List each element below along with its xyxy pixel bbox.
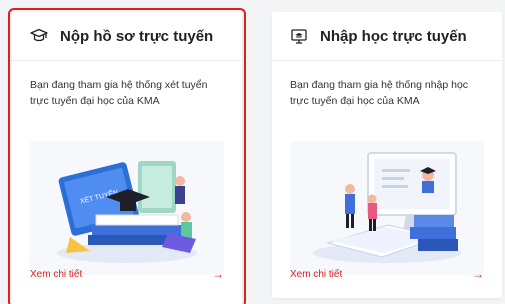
arrow-right-icon[interactable]: → <box>212 267 224 281</box>
arrow-right-icon[interactable]: → <box>472 267 484 281</box>
card-header: Nộp hồ sơ trực tuyến <box>12 12 242 61</box>
admission-illustration: XÉT TUYỂN <box>30 141 224 275</box>
view-details-link[interactable]: Xem chi tiết → <box>290 267 484 281</box>
card-title: Nhập học trực tuyến <box>320 27 467 45</box>
monitor-graduate-icon <box>290 27 308 45</box>
card-title: Nộp hồ sơ trực tuyến <box>60 27 214 45</box>
card-online-enrollment[interactable]: Nhập học trực tuyến Bạn đang tham gia hệ… <box>272 12 502 298</box>
enrollment-illustration <box>290 141 484 275</box>
view-details-label[interactable]: Xem chi tiết <box>30 269 82 280</box>
card-header: Nhập học trực tuyến <box>272 12 502 61</box>
card-description: Bạn đang tham gia hệ thống xét tuyển trự… <box>30 79 208 107</box>
view-details-label[interactable]: Xem chi tiết <box>290 269 342 280</box>
card-online-application[interactable]: Nộp hồ sơ trực tuyến Bạn đang tham gia h… <box>8 8 246 304</box>
graduation-cap-icon <box>30 27 48 45</box>
card-description: Bạn đang tham gia hệ thống nhập học trực… <box>290 79 469 107</box>
view-details-link[interactable]: Xem chi tiết → <box>30 267 224 281</box>
